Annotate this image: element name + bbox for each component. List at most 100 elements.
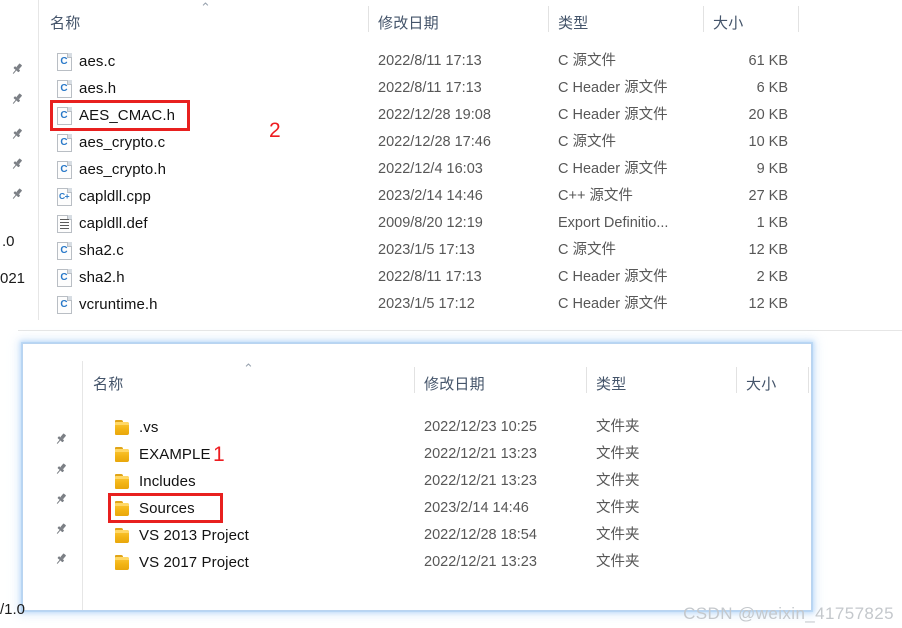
c-header-file-icon: C [57,269,72,287]
file-type: C 源文件 [558,242,616,258]
c-header-file-icon: C [57,80,72,98]
sort-ascending-chevron-icon: ⌃ [243,362,254,377]
file-type: C Header 源文件 [558,80,668,96]
column-header-size[interactable]: 大小 [746,373,776,394]
c-header-file-icon: C [57,107,72,125]
column-divider[interactable] [368,6,369,32]
table-row[interactable]: C vcruntime.h 2023/1/5 17:12 C Header 源文… [0,291,902,318]
c-source-file-icon: C [57,134,72,152]
bottom-explorer-window: · · · · · [22,343,812,611]
folder-name[interactable]: .vs [139,414,158,441]
table-row[interactable]: C aes.h 2022/8/11 17:13 C Header 源文件 6 K… [0,75,902,102]
file-type: Export Definitio... [558,215,669,231]
file-name[interactable]: aes_crypto.c [79,129,165,156]
file-name[interactable]: aes.h [79,75,116,102]
file-type: C 源文件 [558,53,616,69]
c-source-file-icon: C [57,242,72,260]
column-header-date[interactable]: 修改日期 [424,373,485,394]
file-date: 2023/2/14 14:46 [378,188,483,204]
file-date: 2022/8/11 17:13 [378,269,482,285]
folder-date: 2022/12/21 13:23 [424,446,537,462]
table-row[interactable]: .vs 2022/12/23 10:25 文件夹 [23,414,811,441]
file-type: C Header 源文件 [558,269,668,285]
folder-type: 文件夹 [596,419,640,435]
folder-type: 文件夹 [596,500,640,516]
column-divider[interactable] [798,6,799,32]
cpp-source-file-icon: C+ [57,188,72,206]
file-name[interactable]: vcruntime.h [79,291,158,318]
table-row[interactable]: C aes_crypto.h 2022/12/4 16:03 C Header … [0,156,902,183]
table-row[interactable]: Includes 2022/12/21 13:23 文件夹 [23,468,811,495]
table-row[interactable]: C sha2.c 2023/1/5 17:13 C 源文件 12 KB [0,237,902,264]
file-date: 2009/8/20 12:19 [378,215,483,231]
column-divider[interactable] [808,367,809,393]
folder-type: 文件夹 [596,554,640,570]
folder-name[interactable]: EXAMPLE [139,441,211,468]
folder-icon [115,420,132,435]
table-row[interactable]: C aes_crypto.c 2022/12/28 17:46 C 源文件 10… [0,129,902,156]
column-header-name[interactable]: 名称 [93,373,123,394]
sort-ascending-chevron-icon: ⌃ [200,1,211,16]
column-divider[interactable] [586,367,587,393]
file-size: 1 KB [756,215,788,231]
clipped-address-text: · · · · · [71,344,182,347]
table-row[interactable]: C AES_CMAC.h 2022/12/28 19:08 C Header 源… [0,102,902,129]
column-header-name[interactable]: 名称 [50,12,80,33]
top-file-list-pane: .0 021 ⌃ 名称 修改日期 类型 大小 C aes.c 2022/8/11… [0,0,902,330]
file-name[interactable]: aes.c [79,48,115,75]
top-pane-column-header: ⌃ 名称 修改日期 类型 大小 [0,0,902,36]
file-type: C Header 源文件 [558,107,668,123]
column-header-type[interactable]: 类型 [596,373,626,394]
file-name[interactable]: sha2.h [79,264,125,291]
column-divider[interactable] [414,367,415,393]
file-date: 2023/1/5 17:13 [378,242,475,258]
file-size: 10 KB [748,134,789,150]
file-size: 12 KB [748,242,789,258]
table-row[interactable]: EXAMPLE 2022/12/21 13:23 文件夹 [23,441,811,468]
c-source-file-icon: C [57,53,72,71]
margin-fragment-page-number: /1.0 [0,601,26,618]
file-size: 61 KB [748,53,789,69]
table-row[interactable]: Sources 2023/2/14 14:46 文件夹 [23,495,811,522]
table-row[interactable]: C aes.c 2022/8/11 17:13 C 源文件 61 KB [0,48,902,75]
folder-date: 2022/12/21 13:23 [424,554,537,570]
folder-name[interactable]: VS 2013 Project [139,522,249,549]
file-name[interactable]: sha2.c [79,237,124,264]
folder-name[interactable]: VS 2017 Project [139,549,249,576]
file-date: 2022/12/4 16:03 [378,161,483,177]
folder-icon [115,474,132,489]
file-date: 2022/12/28 17:46 [378,134,491,150]
column-header-size[interactable]: 大小 [713,12,743,33]
column-header-type[interactable]: 类型 [558,12,588,33]
c-header-file-icon: C [57,296,72,314]
file-name[interactable]: capldll.def [79,210,148,237]
table-row[interactable]: C sha2.h 2022/8/11 17:13 C Header 源文件 2 … [0,264,902,291]
file-name[interactable]: capldll.cpp [79,183,151,210]
file-name[interactable]: AES_CMAC.h [79,102,175,129]
folder-date: 2023/2/14 14:46 [424,500,529,516]
file-type: C Header 源文件 [558,296,668,312]
folder-type: 文件夹 [596,527,640,543]
file-size: 6 KB [756,80,788,96]
table-row[interactable]: VS 2013 Project 2022/12/28 18:54 文件夹 [23,522,811,549]
file-name[interactable]: aes_crypto.h [79,156,166,183]
column-divider[interactable] [548,6,549,32]
table-row[interactable]: capldll.def 2009/8/20 12:19 Export Defin… [0,210,902,237]
folder-icon [115,528,132,543]
folder-name[interactable]: Includes [139,468,196,495]
file-type: C Header 源文件 [558,161,668,177]
file-date: 2022/12/28 19:08 [378,107,491,123]
folder-type: 文件夹 [596,446,640,462]
file-size: 2 KB [756,269,788,285]
folder-icon [115,555,132,570]
bottom-file-list-pane: ⌃ 名称 修改日期 类型 大小 .vs 2022/12/23 10:25 文件夹… [23,361,811,610]
clipped-address-bar[interactable]: · · · · · [23,344,811,362]
folder-name[interactable]: Sources [139,495,195,522]
table-row[interactable]: C+ capldll.cpp 2023/2/14 14:46 C++ 源文件 2… [0,183,902,210]
table-row[interactable]: VS 2017 Project 2022/12/21 13:23 文件夹 [23,549,811,576]
column-divider[interactable] [703,6,704,32]
column-divider[interactable] [736,367,737,393]
column-header-date[interactable]: 修改日期 [378,12,439,33]
annotation-number-1: 1 [213,443,225,466]
folder-date: 2022/12/21 13:23 [424,473,537,489]
